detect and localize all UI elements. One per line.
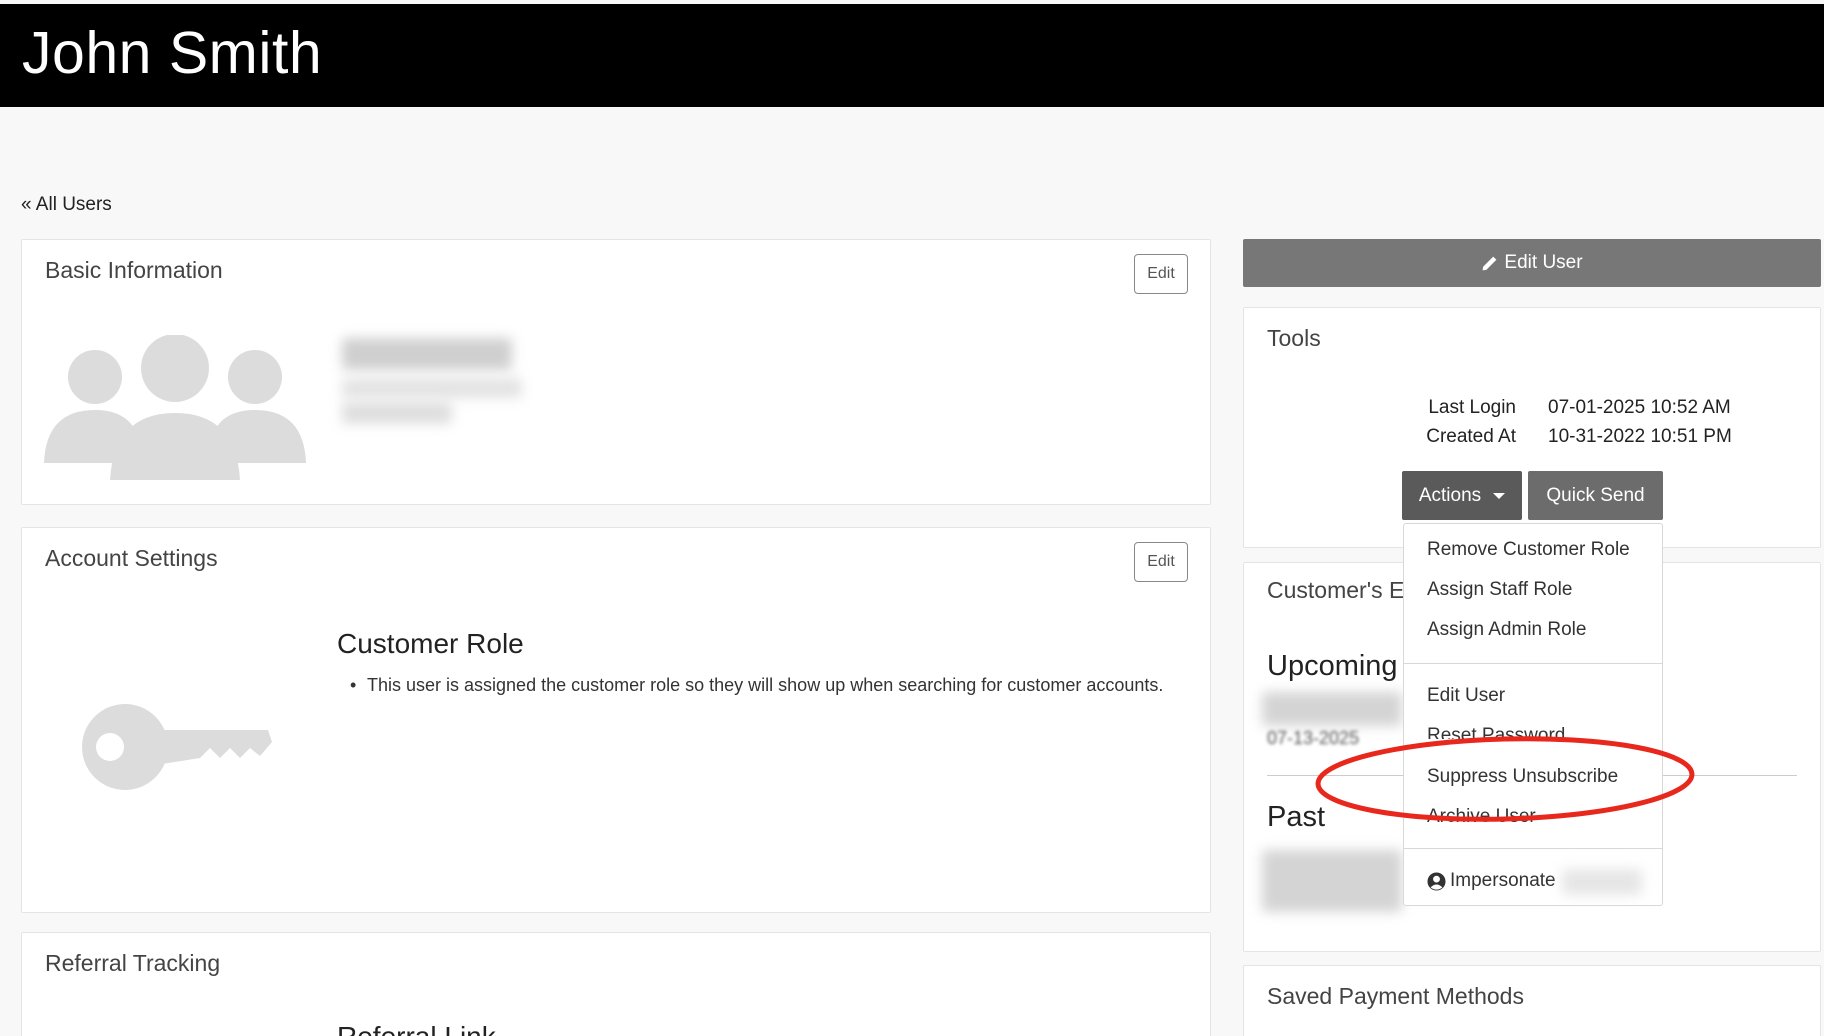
- created-at-row: Created At 10-31-2022 10:51 PM: [1376, 426, 1732, 448]
- customer-role-heading: Customer Role: [337, 628, 524, 659]
- tools-title: Tools: [1267, 325, 1321, 351]
- users-group-icon: [44, 335, 306, 480]
- last-login-row: Last Login 07-01-2025 10:52 AM: [1376, 397, 1731, 419]
- caret-down-icon: [1493, 492, 1506, 499]
- customer-role-description: This user is assigned the customer role …: [350, 670, 1187, 700]
- actions-dropdown-button[interactable]: Actions: [1402, 471, 1522, 520]
- quick-send-button[interactable]: Quick Send: [1528, 471, 1663, 520]
- customer-events-title: Customer's E: [1267, 577, 1405, 603]
- created-at-value: 10-31-2022 10:51 PM: [1548, 426, 1732, 447]
- impersonate-label: Impersonate: [1450, 870, 1556, 891]
- menu-item-remove-customer-role[interactable]: Remove Customer Role: [1427, 539, 1630, 561]
- menu-item-assign-admin-role[interactable]: Assign Admin Role: [1427, 619, 1586, 641]
- user-circle-icon: [1427, 871, 1446, 891]
- pencil-icon: [1483, 256, 1497, 270]
- all-users-link[interactable]: « All Users: [21, 194, 112, 216]
- edit-user-button[interactable]: Edit User: [1243, 239, 1821, 287]
- saved-payment-card: Saved Payment Methods: [1243, 965, 1821, 1036]
- redacted-impersonate-extra: [1562, 869, 1642, 895]
- created-at-label: Created At: [1426, 426, 1516, 447]
- menu-divider: [1404, 663, 1662, 664]
- referral-tracking-card: Referral Tracking Referral Link: [21, 932, 1211, 1036]
- menu-item-edit-user[interactable]: Edit User: [1427, 685, 1505, 707]
- redacted-past-event: [1262, 850, 1402, 912]
- menu-divider: [1404, 848, 1662, 849]
- redacted-upcoming-event: [1262, 692, 1402, 726]
- menu-item-assign-staff-role[interactable]: Assign Staff Role: [1427, 579, 1572, 601]
- basic-info-card: Basic Information Edit: [21, 239, 1211, 505]
- redacted-name: [342, 338, 512, 370]
- account-settings-card: Account Settings Edit Customer Role This…: [21, 527, 1211, 913]
- saved-payment-title: Saved Payment Methods: [1267, 983, 1524, 1009]
- referral-link-heading: Referral Link: [337, 1021, 496, 1036]
- actions-dropdown-menu: Remove Customer Role Assign Staff Role A…: [1403, 523, 1663, 906]
- referral-tracking-title: Referral Tracking: [45, 950, 221, 976]
- upcoming-heading: Upcoming: [1267, 650, 1398, 682]
- basic-info-title: Basic Information: [45, 257, 223, 283]
- account-settings-title: Account Settings: [45, 545, 218, 571]
- last-login-label: Last Login: [1428, 397, 1516, 418]
- highlight-ellipse: [1315, 736, 1695, 822]
- basic-info-edit-button[interactable]: Edit: [1134, 254, 1188, 294]
- page-title: John Smith: [22, 20, 323, 86]
- redacted-email: [342, 378, 522, 398]
- last-login-value: 07-01-2025 10:52 AM: [1548, 397, 1731, 418]
- actions-label: Actions: [1418, 484, 1482, 506]
- account-settings-edit-button[interactable]: Edit: [1134, 542, 1188, 582]
- redacted-phone: [342, 402, 452, 424]
- page-header: John Smith: [0, 4, 1824, 107]
- edit-user-label: Edit User: [1504, 252, 1583, 273]
- key-icon: [82, 704, 272, 790]
- menu-item-impersonate[interactable]: Impersonate: [1427, 870, 1556, 892]
